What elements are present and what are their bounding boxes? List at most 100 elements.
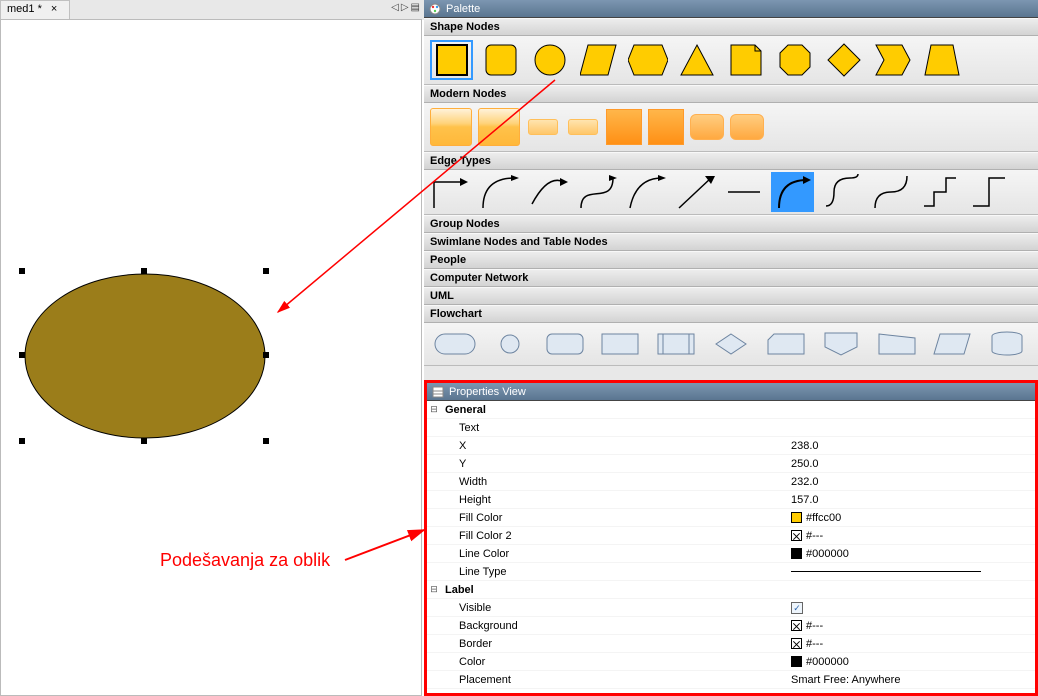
edge-line[interactable] [722,172,765,212]
modern-pill-2[interactable] [566,107,600,147]
resize-handle-w[interactable] [19,352,25,358]
right-pane: Palette Shape Nodes Modern Nodes Edge Ty… [424,0,1038,696]
modern-pill-1[interactable] [526,107,560,147]
tab-list-icon[interactable]: ▤ [411,2,420,13]
modern-glossy-2[interactable] [478,107,520,147]
prop-group-general[interactable]: ⊟General [427,401,1035,419]
edge-bezier[interactable] [575,172,618,212]
prop-label-color[interactable]: Color#000000 [427,653,1035,671]
flow-process[interactable] [596,329,645,359]
properties-icon [431,385,445,399]
fill-color-swatch[interactable] [791,512,802,523]
prop-text[interactable]: Text [427,419,1035,437]
prop-x[interactable]: X238.0 [427,437,1035,455]
shape-circle[interactable] [528,40,571,80]
modern-glossy-1[interactable] [430,107,472,147]
prop-background[interactable]: Background#--- [427,617,1035,635]
flow-offpage[interactable] [817,329,866,359]
collapse-icon[interactable]: ⊟ [427,584,441,595]
resize-handle-sw[interactable] [19,438,25,444]
properties-panel: Properties View ⊟General Text X238.0 Y25… [424,380,1038,696]
section-edge-types[interactable]: Edge Types [424,152,1038,170]
edge-step-1[interactable] [918,172,961,212]
prop-group-label[interactable]: ⊟Label [427,581,1035,599]
shape-chevron[interactable] [871,40,914,80]
section-people[interactable]: People [424,251,1038,269]
visible-checkbox[interactable]: ✓ [791,602,803,614]
prop-height[interactable]: Height157.0 [427,491,1035,509]
section-shape-nodes[interactable]: Shape Nodes [424,18,1038,36]
tab-prev-icon[interactable]: ◁ [391,2,399,13]
flow-terminator[interactable] [430,329,479,359]
flow-manual[interactable] [872,329,921,359]
edge-orthogonal[interactable] [428,172,471,212]
line-color-swatch[interactable] [791,548,802,559]
properties-header: Properties View [427,383,1035,401]
edge-spline-selected[interactable] [771,172,814,212]
edge-s-curve-1[interactable] [820,172,863,212]
shape-square[interactable] [430,40,473,80]
edge-straight[interactable] [673,172,716,212]
section-modern-nodes[interactable]: Modern Nodes [424,85,1038,103]
collapse-icon[interactable]: ⊟ [427,404,441,415]
tab-next-icon[interactable]: ▷ [401,2,409,13]
modern-square-1[interactable] [606,107,642,147]
resize-handle-nw[interactable] [19,268,25,274]
modern-rounded-1[interactable] [690,107,724,147]
label-color-swatch[interactable] [791,656,802,667]
prop-visible[interactable]: Visible✓ [427,599,1035,617]
section-swimlane[interactable]: Swimlane Nodes and Table Nodes [424,233,1038,251]
border-swatch[interactable] [791,638,802,649]
prop-placement[interactable]: PlacementSmart Free: Anywhere [427,671,1035,689]
shape-trapezoid[interactable] [920,40,963,80]
section-uml[interactable]: UML [424,287,1038,305]
flow-data[interactable] [927,329,976,359]
shape-hexagon-h[interactable] [626,40,669,80]
shape-parallelogram[interactable] [577,40,620,80]
resize-handle-e[interactable] [263,352,269,358]
prop-fill-color-2[interactable]: Fill Color 2#--- [427,527,1035,545]
section-group-nodes[interactable]: Group Nodes [424,215,1038,233]
resize-handle-n[interactable] [141,268,147,274]
shape-triangle[interactable] [675,40,718,80]
section-computer-network[interactable]: Computer Network [424,269,1038,287]
edge-step-2[interactable] [967,172,1010,212]
selected-ellipse-shape[interactable] [23,272,268,440]
flow-rounded[interactable] [541,329,590,359]
edge-arc[interactable] [526,172,569,212]
fill-color-2-swatch[interactable] [791,530,802,541]
modern-square-2[interactable] [648,107,684,147]
section-flowchart[interactable]: Flowchart [424,305,1038,323]
prop-size[interactable]: SizeFit Content [427,689,1035,693]
shape-note[interactable] [724,40,767,80]
shape-rounded-square[interactable] [479,40,522,80]
resize-handle-ne[interactable] [263,268,269,274]
shape-nodes-row [424,36,1038,85]
prop-width[interactable]: Width232.0 [427,473,1035,491]
flow-database[interactable] [983,329,1032,359]
properties-body: ⊟General Text X238.0 Y250.0 Width232.0 H… [427,401,1035,693]
line-type-sample[interactable] [791,571,981,572]
flow-predef[interactable] [651,329,700,359]
flow-connector[interactable] [485,329,534,359]
resize-handle-s[interactable] [141,438,147,444]
modern-rounded-2[interactable] [730,107,764,147]
shape-octagon[interactable] [773,40,816,80]
resize-handle-se[interactable] [263,438,269,444]
edge-s-curve-2[interactable] [869,172,912,212]
flow-card[interactable] [762,329,811,359]
prop-y[interactable]: Y250.0 [427,455,1035,473]
edge-types-row [424,170,1038,215]
edge-curve[interactable] [477,172,520,212]
background-swatch[interactable] [791,620,802,631]
prop-line-type[interactable]: Line Type [427,563,1035,581]
canvas[interactable] [0,19,422,696]
edge-smooth[interactable] [624,172,667,212]
document-tab[interactable]: med1 * × [0,0,70,20]
close-icon[interactable]: × [51,3,57,15]
shape-diamond[interactable] [822,40,865,80]
flow-decision[interactable] [706,329,755,359]
prop-border[interactable]: Border#--- [427,635,1035,653]
prop-line-color[interactable]: Line Color#000000 [427,545,1035,563]
prop-fill-color[interactable]: Fill Color#ffcc00 [427,509,1035,527]
